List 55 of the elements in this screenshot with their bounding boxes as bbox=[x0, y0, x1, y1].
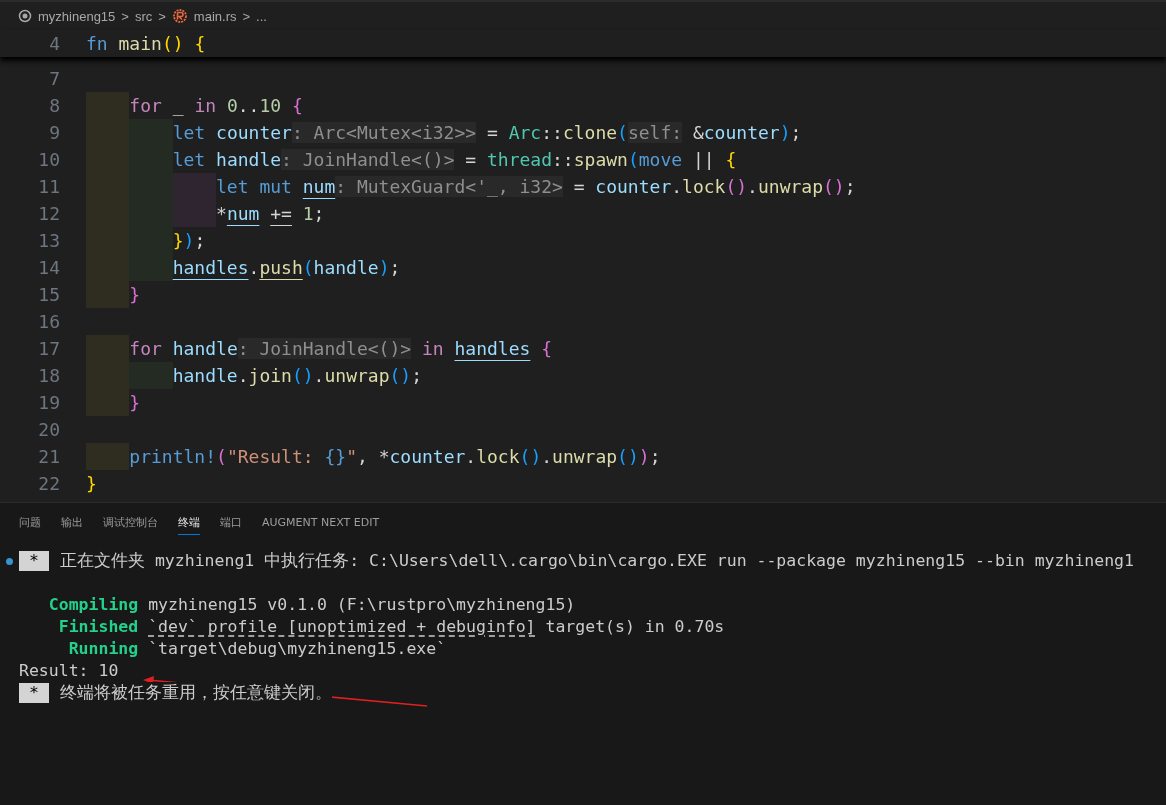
breadcrumb-separator: > bbox=[121, 8, 129, 24]
line-number: 19 bbox=[37, 391, 60, 415]
terminal-text: 正在文件夹 myzhineng1 中执行任务: C:\Users\dell\.cargo\bin\cargo.EXE run --package myzhineng15 --bin myzhineng1 bbox=[60, 550, 1134, 572]
line-number: 13 bbox=[37, 229, 60, 253]
breadcrumb-item[interactable]: src bbox=[134, 8, 153, 24]
circle-icon bbox=[18, 9, 32, 23]
line-number: 8 bbox=[48, 94, 60, 118]
code-line: let mut num: MutexGuard<'_, i32> = counter.lock().unwrap(); bbox=[216, 175, 856, 199]
status-label: Finished bbox=[57, 616, 139, 638]
line-number: 16 bbox=[37, 310, 60, 334]
code-line: for handle: JoinHandle<()> in handles { bbox=[129, 337, 553, 361]
line-number: 14 bbox=[37, 256, 60, 280]
line-number: 15 bbox=[37, 283, 60, 307]
panel-tab[interactable]: 问题 bbox=[19, 515, 41, 535]
code-line: let handle: JoinHandle<()> = thread::spawn(move || { bbox=[172, 148, 737, 172]
code-line: } bbox=[86, 472, 97, 496]
code-line: handle.join().unwrap(); bbox=[172, 364, 422, 388]
line-number: 18 bbox=[37, 364, 60, 388]
code-line: } bbox=[129, 283, 141, 307]
code-line: println!("Result: {}", *counter.lock().unwrap()); bbox=[129, 445, 661, 469]
panel-tab[interactable]: 端口 bbox=[220, 515, 242, 535]
line-number: 7 bbox=[48, 67, 60, 91]
line-number: 20 bbox=[37, 418, 60, 442]
rust-file-icon bbox=[171, 8, 188, 24]
terminal-text: 终端将被任务重用，按任意键关闭。 bbox=[60, 682, 332, 704]
line-number: 22 bbox=[37, 472, 60, 496]
indent-guide bbox=[129, 254, 173, 281]
panel-tab[interactable]: 输出 bbox=[61, 515, 83, 535]
code-line: let counter: Arc<Mutex<i32>> = Arc::clone(self: &counter); bbox=[172, 121, 802, 145]
line-number: 17 bbox=[37, 337, 60, 361]
line-number: 10 bbox=[37, 148, 60, 172]
code-line: fn main() { bbox=[86, 32, 206, 56]
line-number: 4 bbox=[48, 32, 60, 56]
breadcrumb-item[interactable]: myzhineng15 bbox=[38, 8, 116, 24]
code-line: } bbox=[129, 391, 141, 415]
panel-tab[interactable]: 调试控制台 bbox=[103, 515, 158, 535]
terminal-text: `dev` profile [unoptimized + debuginfo] target(s) in 0.70s bbox=[148, 616, 725, 638]
line-number: 9 bbox=[48, 121, 60, 145]
panel-tab[interactable]: 终端 bbox=[178, 515, 200, 535]
status-label: Running bbox=[67, 638, 139, 660]
line-number: 12 bbox=[37, 202, 60, 226]
breadcrumb-item[interactable]: main.rs bbox=[193, 8, 237, 24]
line-number: 21 bbox=[37, 445, 60, 469]
breadcrumb-separator: > bbox=[158, 8, 166, 24]
breadcrumb-item[interactable]: ... bbox=[256, 8, 267, 24]
status-label: Compiling bbox=[47, 594, 139, 616]
panel-tab[interactable]: AUGMENT NEXT EDIT bbox=[262, 515, 380, 535]
code-line: handles.push(handle); bbox=[172, 256, 401, 280]
code-line: *num += 1; bbox=[216, 202, 325, 226]
breadcrumb-separator: > bbox=[242, 8, 251, 24]
code-line: for _ in 0..10 { bbox=[129, 94, 303, 118]
line-number: 11 bbox=[37, 175, 60, 199]
code-line: }); bbox=[172, 229, 206, 253]
task-badge: * bbox=[19, 683, 49, 703]
task-badge: * bbox=[19, 551, 49, 571]
